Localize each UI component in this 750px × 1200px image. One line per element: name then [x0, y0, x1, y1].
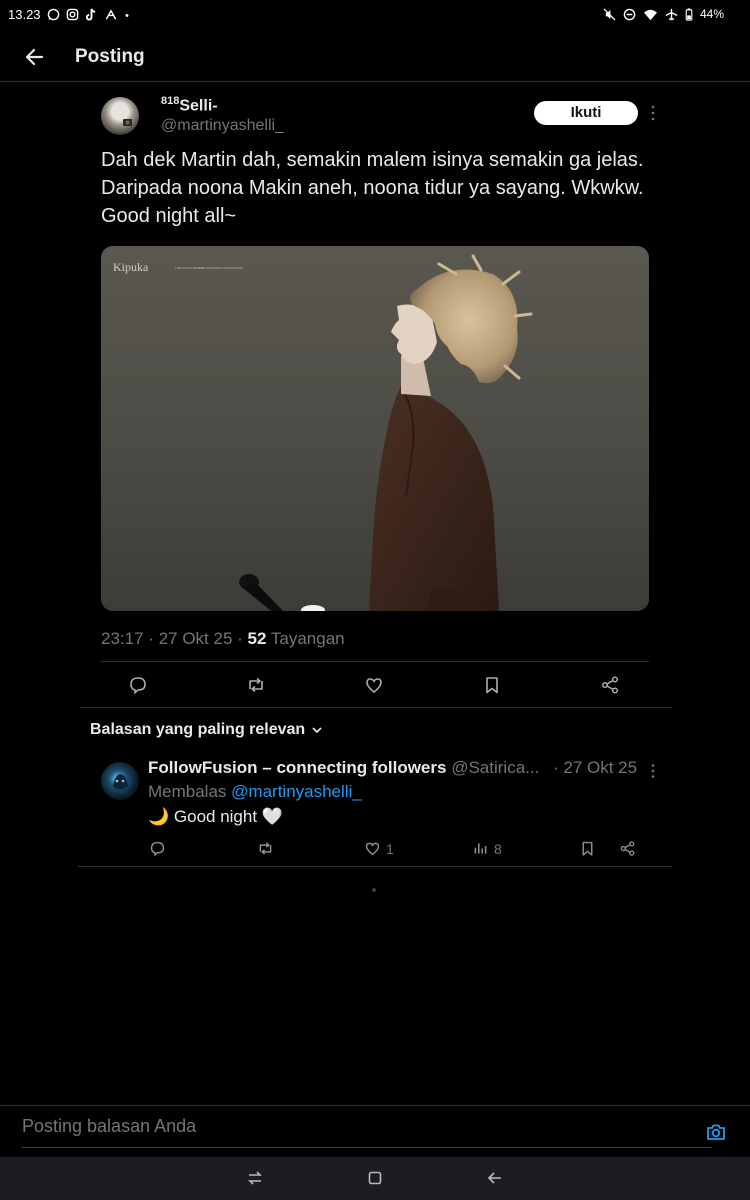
whatsapp-icon	[47, 8, 60, 21]
camera-icon[interactable]	[705, 1121, 727, 1143]
meta-separator: ·	[237, 629, 243, 648]
post-media-image[interactable]: Kipuka THE LOTUS DEPTH PHOTOGRAPHY PRODU…	[101, 246, 649, 611]
post-meta: 23:17 · 27 Okt 25 · 52 Tayangan	[101, 629, 345, 649]
battery-icon	[685, 7, 693, 21]
replying-to-mention[interactable]: @martinyashelli_	[231, 782, 362, 801]
author-avatar[interactable]	[101, 97, 139, 135]
reply-input[interactable]: Posting balasan Anda	[22, 1116, 712, 1148]
status-left: 13.23	[8, 7, 130, 22]
follow-button[interactable]: Ikuti	[534, 101, 638, 125]
reply-like-button[interactable]: 1	[364, 840, 394, 857]
page-title: Posting	[75, 46, 145, 67]
reply-composer: Posting balasan Anda	[0, 1105, 750, 1157]
views-label: Tayangan	[270, 629, 345, 648]
status-right: 44%	[603, 7, 724, 21]
instagram-icon	[66, 8, 79, 21]
reply-action-bar: 1 8	[78, 836, 672, 867]
mute-icon	[603, 7, 616, 21]
display-name-text: Selli-	[179, 97, 218, 115]
share-icon[interactable]	[600, 675, 620, 695]
photo-illustration	[239, 254, 533, 611]
meta-separator: ·	[148, 629, 154, 648]
reply-icon[interactable]	[128, 675, 148, 695]
views-icon	[472, 840, 489, 857]
battery-percent: 44%	[699, 7, 724, 21]
post-action-bar	[80, 662, 672, 708]
wifi-icon	[643, 8, 658, 21]
reply-author-name[interactable]: FollowFusion – connecting followers	[148, 758, 446, 777]
status-bar: 13.23 44%	[0, 0, 750, 30]
reply-text: 🌙 Good night 🤍	[148, 807, 283, 826]
post-time: 23:17	[101, 629, 144, 648]
sort-label-text: Balasan yang paling relevan	[90, 721, 306, 738]
reply-like-icon	[364, 840, 381, 857]
reply-bookmark-icon[interactable]	[579, 840, 596, 857]
reply-share-icon[interactable]	[619, 840, 636, 857]
reply-author-handle[interactable]: @Satirica...	[451, 758, 539, 777]
back-arrow-icon[interactable]	[22, 44, 48, 70]
post-date: 27 Okt 25	[158, 629, 233, 648]
reply-more-options-icon[interactable]	[647, 762, 659, 780]
home-icon[interactable]	[366, 1169, 384, 1187]
reply-avatar[interactable]	[101, 762, 139, 800]
replying-prefix: Membalas	[148, 782, 227, 801]
nav-back-icon[interactable]	[486, 1169, 504, 1187]
author-handle[interactable]: @martinyashelli_	[161, 117, 284, 135]
author-display-name[interactable]: 818Selli-	[161, 95, 218, 115]
tiktok-icon	[85, 8, 98, 21]
more-options-icon[interactable]	[647, 103, 659, 123]
network-icon	[104, 8, 118, 21]
views-count: 52	[247, 629, 267, 648]
loading-dot	[372, 888, 376, 892]
chevron-down-icon	[311, 724, 323, 736]
post-text: Dah dek Martin dah, semakin malem isinya…	[101, 149, 644, 227]
like-icon[interactable]	[364, 675, 384, 695]
reply-view-count: 8	[494, 840, 502, 857]
dot-icon	[124, 8, 130, 21]
reply-like-count: 1	[386, 840, 394, 857]
reply-views-button[interactable]: 8	[472, 840, 502, 857]
dnd-icon	[623, 8, 636, 21]
recent-apps-icon[interactable]	[246, 1169, 264, 1187]
display-name-superscript: 818	[161, 95, 180, 107]
replies-sort-dropdown[interactable]: Balasan yang paling relevan	[90, 721, 323, 739]
media-brand-text: Kipuka	[113, 260, 149, 274]
airplane-icon	[665, 8, 678, 21]
media-caption-text-2: PHOTOGRAPHY PRODUCTION	[199, 266, 244, 270]
status-time: 13.23	[8, 7, 41, 22]
repost-icon[interactable]	[246, 675, 266, 695]
reply-date: · 27 Okt 25	[553, 758, 638, 777]
reply-repost-icon[interactable]	[257, 840, 274, 857]
reply-reply-icon[interactable]	[149, 840, 166, 857]
top-header: Posting	[0, 32, 750, 82]
system-nav-bar	[0, 1157, 750, 1200]
bookmark-icon[interactable]	[482, 675, 502, 695]
replying-to-line: Membalas @martinyashelli_	[148, 782, 362, 802]
